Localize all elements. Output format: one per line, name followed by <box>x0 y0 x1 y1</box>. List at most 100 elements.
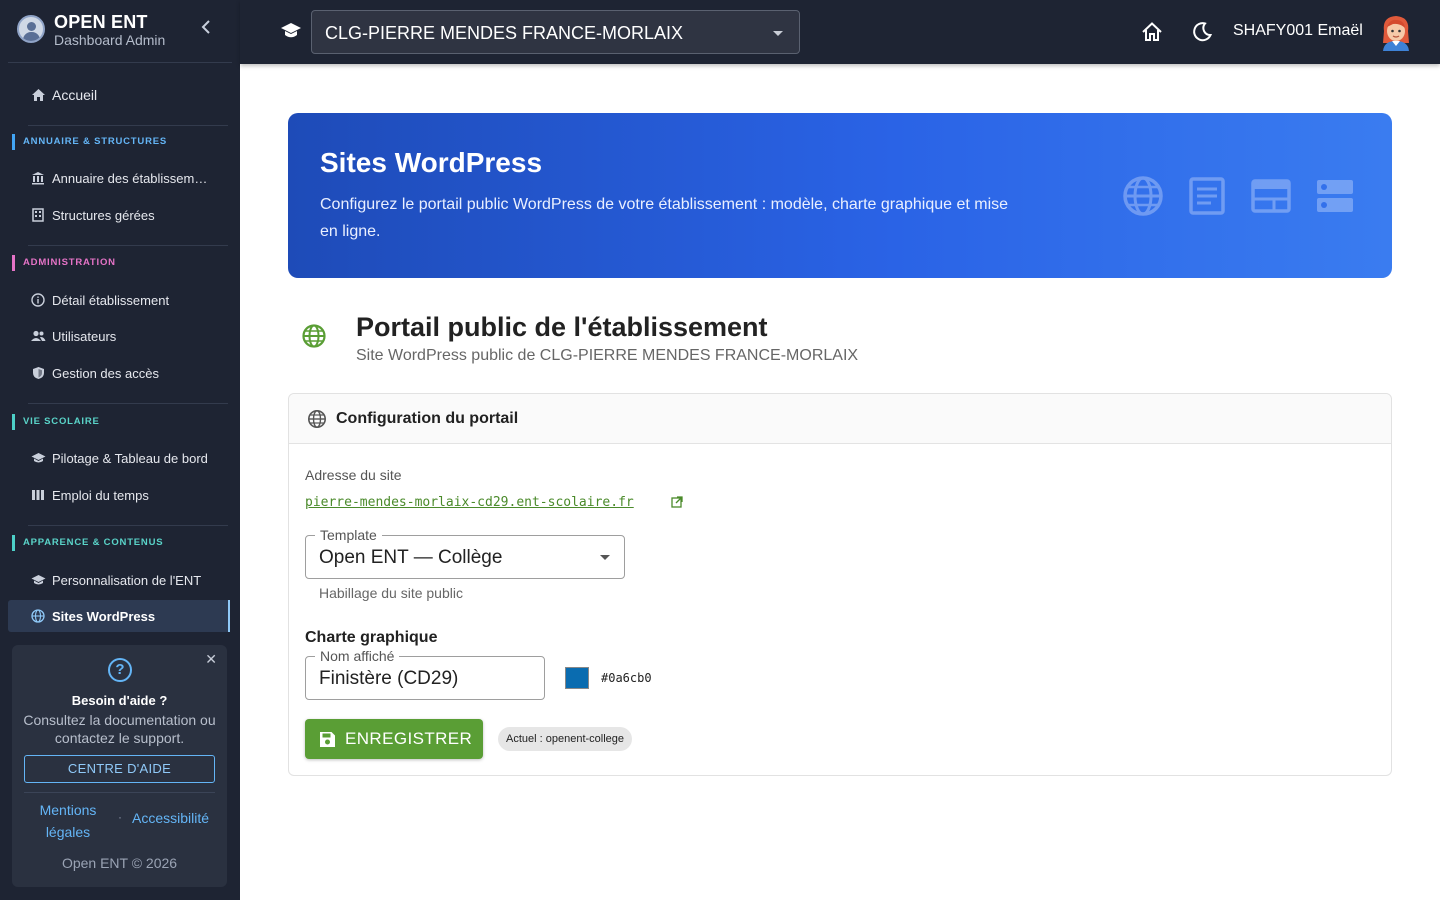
sidebar: OPEN ENT Dashboard Admin Accueil ANNUAIR… <box>0 0 240 900</box>
save-icon <box>320 731 335 747</box>
sidebar-divider <box>28 125 228 126</box>
users-icon <box>30 328 46 344</box>
globe-icon <box>1123 176 1163 216</box>
dns-icon <box>1317 180 1353 212</box>
school-selector[interactable]: CLG-PIERRE MENDES FRANCE-MORLAIX <box>311 10 800 54</box>
hero-banner: Sites WordPress Configurez le portail pu… <box>288 113 1392 278</box>
sidebar-item-personnalisation[interactable]: Personnalisation de l'ENT <box>8 564 230 596</box>
avatar[interactable] <box>1378 13 1414 51</box>
save-button-label: ENREGISTRER <box>345 729 473 748</box>
sidebar-item-label: Structures gérées <box>52 207 155 223</box>
hero-title: Sites WordPress <box>320 147 543 178</box>
close-icon[interactable]: ✕ <box>205 651 217 668</box>
sidebar-item-pilotage[interactable]: Pilotage & Tableau de bord <box>8 442 230 474</box>
user-name[interactable]: SHAFY001 Emaël <box>1233 22 1363 40</box>
sidebar-item-accueil[interactable]: Accueil <box>8 79 230 111</box>
color-hex-value: #0a6cb0 <box>601 671 652 685</box>
help-question-icon: ? <box>108 658 132 682</box>
section-administration: ADMINISTRATION <box>12 255 116 271</box>
sidebar-item-label: Emploi du temps <box>52 487 149 503</box>
link-separator: · <box>118 810 122 824</box>
sidebar-divider <box>28 245 228 246</box>
sidebar-item-label: Sites WordPress <box>52 608 156 624</box>
card-header: Configuration du portail <box>289 394 1391 444</box>
sidebar-item-label: Personnalisation de l'ENT <box>52 572 202 588</box>
external-link-icon[interactable] <box>671 496 683 508</box>
sidebar-item-label: Annuaire des établissem… <box>52 170 208 186</box>
sidebar-item-utilisateurs[interactable]: Utilisateurs <box>8 320 230 352</box>
copyright: Open ENT © 2026 <box>61 855 178 871</box>
display-name-label: Nom affiché <box>315 648 400 664</box>
home-icon <box>30 87 46 103</box>
sidebar-item-gestion-acces[interactable]: Gestion des accès <box>8 357 230 389</box>
globe-icon <box>30 608 46 624</box>
current-template-chip: Actuel : openent-college <box>498 727 633 751</box>
charte-graphique-title: Charte graphique <box>305 629 438 646</box>
school-icon <box>30 572 46 588</box>
accessibility-link[interactable]: Accessibilité <box>132 810 209 826</box>
help-card: ✕ ? Besoin d'aide ? Consultez la documen… <box>12 645 227 887</box>
shield-icon <box>30 365 46 381</box>
site-url-link[interactable]: pierre-mendes-morlaix-cd29.ent-scolaire.… <box>305 495 634 510</box>
page-title: Portail public de l'établissement <box>356 312 768 342</box>
display-name-value: Finistère (CD29) <box>319 668 459 689</box>
sidebar-item-label: Utilisateurs <box>52 328 117 344</box>
web-layout-icon <box>1251 179 1291 213</box>
sidebar-item-label: Gestion des accès <box>52 365 159 381</box>
moon-icon <box>1193 22 1213 42</box>
brand-logo <box>17 15 45 43</box>
sidebar-item-label: Accueil <box>52 87 98 103</box>
collapse-sidebar-button[interactable] <box>196 19 216 41</box>
home-button[interactable] <box>1140 20 1164 44</box>
template-select[interactable]: Template Open ENT — Collège <box>305 527 625 579</box>
chevron-left-icon <box>201 20 210 34</box>
sidebar-item-label: Détail établissement <box>52 292 170 308</box>
sidebar-item-structures[interactable]: Structures gérées <box>8 199 230 231</box>
color-swatch[interactable] <box>565 667 589 689</box>
info-icon <box>30 292 46 308</box>
hero-description: Configurez le portail public WordPress d… <box>320 196 1009 240</box>
home-icon <box>1142 22 1162 41</box>
save-button[interactable]: ENREGISTRER <box>305 719 483 759</box>
template-value: Open ENT — Collège <box>319 547 503 568</box>
school-selector-value: CLG-PIERRE MENDES FRANCE-MORLAIX <box>325 23 684 43</box>
section-apparence: APPARENCE & CONTENUS <box>12 535 163 551</box>
globe-icon <box>301 323 327 349</box>
help-text: Consultez la documentation ou contactez … <box>23 712 216 746</box>
sidebar-divider <box>8 62 232 63</box>
template-helper-text: Habillage du site public <box>319 585 463 601</box>
globe-icon <box>308 410 326 428</box>
template-label: Template <box>315 527 382 543</box>
help-divider <box>24 792 215 793</box>
page-subtitle: Site WordPress public de CLG-PIERRE MEND… <box>356 347 859 364</box>
chevron-down-icon <box>600 555 610 560</box>
card-title: Configuration du portail <box>336 410 519 427</box>
article-icon <box>1189 177 1225 215</box>
sidebar-divider <box>28 525 228 526</box>
brand-subtitle: Dashboard Admin <box>54 32 166 48</box>
sidebar-item-sites-wordpress[interactable]: Sites WordPress <box>8 600 230 632</box>
help-center-button[interactable]: CENTRE D'AIDE <box>24 755 215 783</box>
chevron-down-icon <box>773 31 783 36</box>
sidebar-item-detail-etablissement[interactable]: Détail établissement <box>8 284 230 316</box>
dark-mode-toggle[interactable] <box>1190 20 1214 44</box>
school-icon <box>30 450 46 466</box>
calendar-columns-icon <box>30 487 46 503</box>
section-vie-scolaire: VIE SCOLAIRE <box>12 414 100 430</box>
brand: OPEN ENT Dashboard Admin <box>0 0 240 62</box>
site-address-label: Adresse du site <box>305 467 402 483</box>
display-name-field[interactable]: Nom affiché Finistère (CD29) <box>305 648 545 700</box>
portal-config-card: Configuration du portail Adresse du site… <box>288 393 1392 776</box>
help-title: Besoin d'aide ? <box>71 693 168 708</box>
building-icon <box>30 207 46 223</box>
sidebar-item-emploi-du-temps[interactable]: Emploi du temps <box>8 479 230 511</box>
sidebar-item-label: Pilotage & Tableau de bord <box>52 450 208 466</box>
institution-icon <box>30 170 46 186</box>
sidebar-divider <box>28 403 228 404</box>
section-annuaire: ANNUAIRE & STRUCTURES <box>12 134 167 150</box>
legal-notice-link[interactable]: Mentions légales <box>32 799 104 843</box>
top-bar: CLG-PIERRE MENDES FRANCE-MORLAIX SHAFY00… <box>240 0 1440 64</box>
brand-title: OPEN ENT <box>54 12 148 32</box>
school-icon <box>280 22 302 42</box>
sidebar-item-annuaire[interactable]: Annuaire des établissem… <box>8 162 230 194</box>
